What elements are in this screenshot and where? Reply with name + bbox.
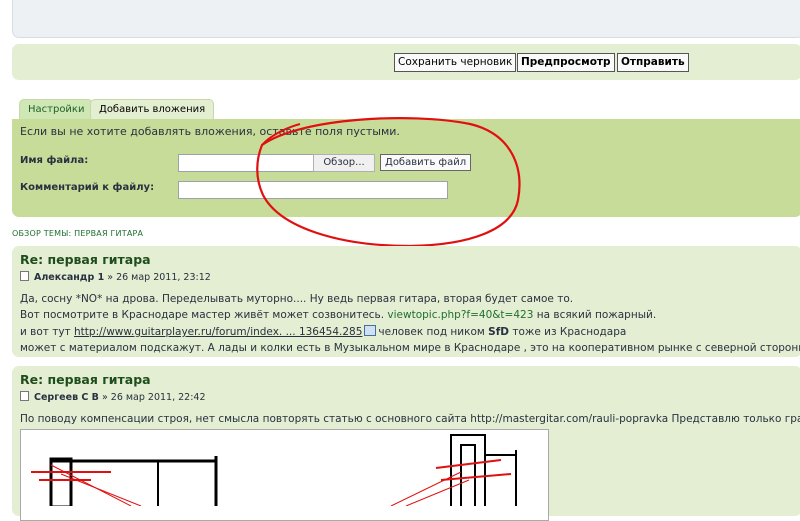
post-1-date: » 26 мар 2011, 23:12 <box>107 272 211 283</box>
viewtopic-link[interactable]: viewtopic.php?f=40&t=423 <box>387 309 533 321</box>
topic-overview-heading[interactable]: ОБЗОР ТЕМЫ: ПЕРВАЯ ГИТАРА <box>12 229 143 238</box>
post-2-drawing-image <box>20 429 549 521</box>
post-2-meta: Сергеев С В » 26 мар 2011, 22:42 <box>20 391 206 403</box>
guitar-drawing-sketch <box>31 434 517 509</box>
post-1-title[interactable]: Re: первая гитара <box>20 252 151 267</box>
post-2-line-1: По поводу компенсации строя, нет смысла … <box>20 413 800 425</box>
post-1-line-4: может с материалом подскажут. А лады и к… <box>20 342 800 354</box>
post-1-meta: Александр 1 » 26 мар 2011, 23:12 <box>20 271 211 283</box>
post-icon[interactable] <box>20 271 29 281</box>
post-1-author[interactable]: Александр 1 <box>34 272 104 283</box>
post-2-title[interactable]: Re: первая гитара <box>20 372 151 387</box>
post-icon[interactable] <box>20 391 29 401</box>
post-2-date: » 26 мар 2011, 22:42 <box>101 392 206 403</box>
post-1-line-3: и вот тут http://www.guitarplayer.ru/for… <box>20 325 627 338</box>
nick-sfd: SfD <box>488 326 509 338</box>
post-1-line-2: Вот посмотрите в Краснодаре мастер живёт… <box>20 309 657 321</box>
post-1-line-1: Да, сосну *NO* на дрова. Переделывать му… <box>20 293 574 305</box>
post-2-author[interactable]: Сергеев С В <box>34 392 99 403</box>
external-link-icon <box>364 325 377 336</box>
guitarplayer-link[interactable]: http://www.guitarplayer.ru/forum/index. … <box>74 326 362 338</box>
